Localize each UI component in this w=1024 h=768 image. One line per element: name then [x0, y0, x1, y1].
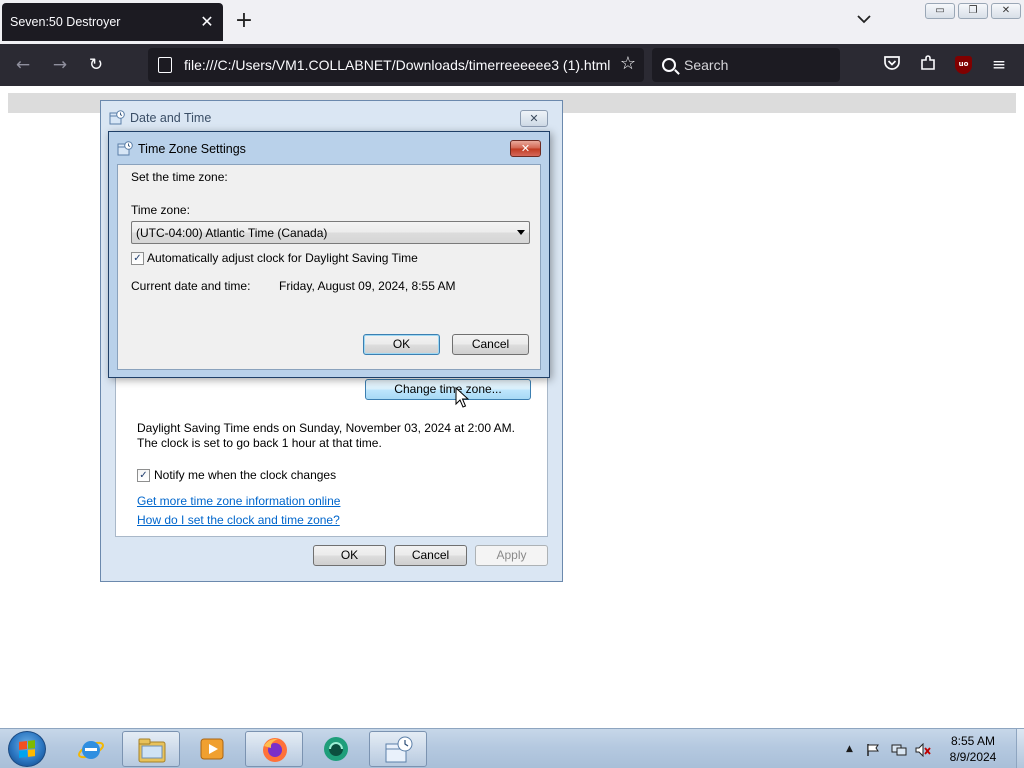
current-date-time-label: Current date and time: [131, 279, 251, 293]
url-bar[interactable]: file:///C:/Users/VM1.COLLABNET/Downloads… [148, 48, 644, 82]
taskbar-internet-explorer[interactable] [62, 731, 120, 767]
close-window-icon[interactable]: ✕ [991, 3, 1021, 19]
browser-tab-bar: Seven:50 Destroyer ✕ + ▭ ❐ ✕ [0, 0, 1024, 44]
back-icon[interactable]: ← [12, 54, 34, 76]
time-zone-label: Time zone: [131, 203, 190, 217]
internet-explorer-icon [78, 741, 104, 759]
taskbar: ▲ 8:55 AM 8/9/2024 [0, 728, 1024, 768]
close-icon[interactable]: ✕ [520, 110, 548, 127]
taskbar-media-player[interactable] [183, 731, 241, 767]
reload-icon[interactable]: ↻ [85, 54, 107, 76]
taskbar-date-time[interactable] [369, 731, 427, 767]
time-zone-settings-body: Set the time zone: Time zone: (UTC-04:00… [117, 164, 541, 370]
restore-window-icon[interactable]: ❐ [958, 3, 988, 19]
calendar-clock-icon [117, 141, 133, 156]
clock-time: 8:55 AM [950, 734, 996, 748]
dst-info-text: Daylight Saving Time ends on Sunday, Nov… [137, 421, 515, 450]
time-zone-settings-dialog: Time Zone Settings ✕ Set the time zone: … [108, 131, 550, 378]
apply-button[interactable]: Apply [475, 545, 548, 566]
ok-button[interactable]: OK [313, 545, 386, 566]
auto-dst-label: Automatically adjust clock for Daylight … [147, 251, 418, 265]
taskbar-app[interactable] [307, 731, 365, 767]
windows-logo-icon [19, 740, 35, 758]
chevron-down-icon [517, 230, 525, 235]
time-zone-value: (UTC-04:00) Atlantic Time (Canada) [136, 226, 328, 240]
new-tab-icon[interactable]: + [232, 10, 256, 34]
cancel-button[interactable]: Cancel [452, 334, 529, 355]
clock-help-link[interactable]: How do I set the clock and time zone? [137, 513, 340, 527]
network-icon[interactable] [891, 743, 907, 760]
taskbar-clock[interactable]: 8:55 AM 8/9/2024 [934, 733, 1012, 765]
ok-button[interactable]: OK [363, 334, 440, 355]
auto-dst-checkbox[interactable]: ✓ [131, 252, 144, 265]
pocket-icon[interactable] [881, 54, 903, 76]
media-player-icon [200, 738, 224, 760]
date-time-icon [385, 736, 413, 763]
tab-close-icon[interactable]: ✕ [199, 14, 215, 31]
dialog-title: Time Zone Settings [138, 142, 246, 156]
minimize-window-icon[interactable]: ▭ [925, 3, 955, 19]
browser-nav-bar: ← → ↻ file:///C:/Users/VM1.COLLABNET/Dow… [0, 44, 1024, 86]
search-icon [662, 58, 676, 72]
current-date-time-value: Friday, August 09, 2024, 8:55 AM [279, 279, 456, 293]
notify-label: Notify me when the clock changes [154, 468, 337, 482]
page-icon [158, 57, 172, 73]
list-all-tabs-icon[interactable] [852, 12, 876, 32]
set-time-zone-heading: Set the time zone: [131, 170, 228, 184]
action-center-flag-icon[interactable] [866, 743, 880, 760]
time-zone-panel: Change time zone... Daylight Saving Time… [115, 377, 548, 537]
cancel-button[interactable]: Cancel [394, 545, 467, 566]
taskbar-firefox[interactable] [245, 731, 303, 767]
taskbar-file-explorer[interactable] [122, 731, 180, 767]
firefox-icon [263, 738, 287, 762]
dialog-title: Date and Time [130, 111, 212, 125]
dialog-titlebar[interactable]: Time Zone Settings ✕ [109, 132, 549, 164]
notify-checkbox[interactable]: ✓ [137, 469, 150, 482]
start-button[interactable] [8, 731, 46, 767]
show-desktop-button[interactable] [1016, 729, 1024, 768]
clock-date: 8/9/2024 [949, 750, 997, 764]
bookmark-star-icon[interactable]: ☆ [620, 55, 636, 73]
dialog-titlebar[interactable]: Date and Time ✕ [101, 101, 562, 134]
calendar-clock-icon [109, 110, 125, 125]
file-explorer-icon [138, 738, 166, 763]
volume-muted-icon[interactable] [915, 742, 931, 760]
search-placeholder: Search [684, 57, 729, 73]
show-hidden-icons[interactable]: ▲ [846, 744, 853, 754]
change-time-zone-button[interactable]: Change time zone... [365, 379, 531, 400]
url-text: file:///C:/Users/VM1.COLLABNET/Downloads… [184, 57, 611, 73]
browser-tab[interactable]: Seven:50 Destroyer ✕ [2, 3, 223, 41]
extensions-icon[interactable] [917, 54, 939, 76]
ublock-origin-icon[interactable]: uo [955, 56, 972, 74]
time-zone-select[interactable]: (UTC-04:00) Atlantic Time (Canada) [131, 221, 530, 244]
search-input[interactable]: Search [652, 48, 840, 82]
time-zone-info-link[interactable]: Get more time zone information online [137, 494, 340, 508]
close-icon[interactable]: ✕ [510, 140, 541, 157]
tab-title: Seven:50 Destroyer [10, 15, 121, 29]
mouse-cursor-icon [455, 387, 469, 408]
forward-icon[interactable]: → [49, 54, 71, 76]
menu-icon[interactable]: ≡ [988, 54, 1010, 76]
app-icon [324, 737, 348, 761]
